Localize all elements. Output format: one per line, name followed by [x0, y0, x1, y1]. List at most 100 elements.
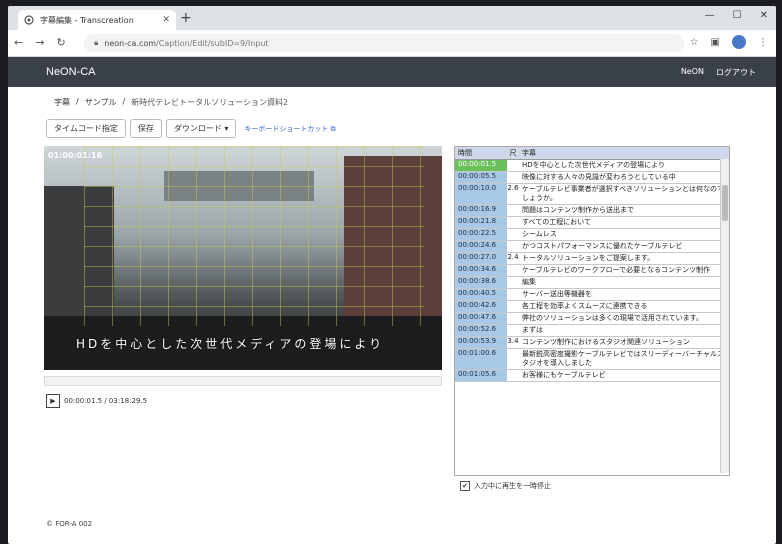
- caption-text[interactable]: 問題はコンテンツ制作から送出まで: [519, 205, 729, 216]
- grid-overlay: [84, 146, 424, 326]
- caption-duration: [507, 277, 519, 288]
- close-tab-icon[interactable]: ✕: [162, 15, 170, 25]
- caption-duration: [507, 349, 519, 369]
- caption-text[interactable]: ケーブルテレビのワークフローで必要となるコンテンツ制作: [519, 265, 729, 276]
- caption-text[interactable]: すべての工程において: [519, 217, 729, 228]
- caption-time: 00:00:34.6: [455, 265, 507, 276]
- forward-icon[interactable]: →: [35, 36, 44, 49]
- timecode-button[interactable]: タイムコード指定: [46, 119, 126, 138]
- caption-row[interactable]: 00:01:05.6 お客様にもケーブルテレビ: [455, 370, 729, 382]
- menu-icon[interactable]: ⋮: [758, 37, 768, 48]
- lock-icon: 🔒︎: [94, 38, 99, 47]
- caption-time: 00:00:38.6: [455, 277, 507, 288]
- caption-duration: [507, 241, 519, 252]
- scrollbar[interactable]: [720, 159, 729, 473]
- caption-time: 00:00:40.5: [455, 289, 507, 300]
- caption-row[interactable]: 00:00:52.6 まずは: [455, 325, 729, 337]
- caption-time: 00:01:00.6: [455, 349, 507, 369]
- pause-checkbox[interactable]: ✔: [460, 481, 470, 491]
- caption-text[interactable]: まずは: [519, 325, 729, 336]
- caption-table: 時間 尺 字幕 00:00:01.5 HDを中心とした次世代メディアの登場により 0…: [454, 146, 730, 476]
- breadcrumb-sample[interactable]: サンプル: [85, 97, 117, 108]
- caption-time: 00:00:27.0: [455, 253, 507, 264]
- external-link-icon: ⧉: [330, 124, 336, 133]
- caption-row[interactable]: 00:00:40.5 サーバー送出等機器を: [455, 289, 729, 301]
- save-button[interactable]: 保存: [129, 119, 162, 138]
- caption-row[interactable]: 00:00:16.9 問題はコンテンツ制作から送出まで: [455, 205, 729, 217]
- caption-time: 00:00:10.0: [455, 184, 507, 204]
- video-player[interactable]: 01:00:01:16 HDを中心とした次世代メディアの登場により: [44, 146, 442, 370]
- time-display: 00:00:01.5 / 03:18:29.5: [64, 397, 148, 405]
- caption-row[interactable]: 00:00:24.6 かつコストパフォーマンスに優れたケーブルテレビ: [455, 241, 729, 253]
- caption-row[interactable]: 00:00:47.6 弊社のソリューションは多くの現場で活用されています。: [455, 313, 729, 325]
- caption-text[interactable]: トータルソリューションをご提案します。: [519, 253, 729, 264]
- caption-text[interactable]: お客様にもケーブルテレビ: [519, 370, 729, 381]
- caption-row[interactable]: 00:00:21.8 すべての工程において: [455, 217, 729, 229]
- pause-label: 入力中に再生を一時停止: [474, 482, 551, 490]
- video-timecode: 01:00:01:16: [48, 151, 103, 160]
- caption-row[interactable]: 00:00:22.5 シームレス: [455, 229, 729, 241]
- caption-text[interactable]: 映像に対する人々の見識が変わろうとしている中: [519, 172, 729, 183]
- breadcrumb-captions[interactable]: 字幕: [54, 97, 70, 108]
- app-header: NeON-CA NeON ログアウト: [8, 57, 776, 87]
- caption-row[interactable]: 00:00:27.0 2.4 トータルソリューションをご提案します。: [455, 253, 729, 265]
- brand-logo[interactable]: NeON-CA: [46, 66, 96, 78]
- caption-duration: 3.4: [507, 337, 519, 345]
- caption-row[interactable]: 00:00:05.5 映像に対する人々の見識が変わろうとしている中: [455, 172, 729, 184]
- pause-on-input-option[interactable]: ✔ 入力中に再生を一時停止: [460, 481, 551, 491]
- star-icon[interactable]: ☆: [690, 37, 699, 48]
- caption-text[interactable]: かつコストパフォーマンスに優れたケーブルテレビ: [519, 241, 729, 252]
- caption-duration: [507, 172, 519, 183]
- playback-controls: ▶ 00:00:01.5 / 03:18:29.5: [46, 394, 147, 408]
- caption-duration: 2.6: [507, 184, 519, 192]
- caption-text[interactable]: 最新鋭高密度撮影ケーブルテレビではスリーディーバーチャルスタジオを導入しました: [519, 349, 729, 369]
- reload-icon[interactable]: ↻: [56, 36, 65, 49]
- nav-neon[interactable]: NeON: [681, 67, 704, 78]
- logout-link[interactable]: ログアウト: [716, 67, 756, 78]
- extension-icon[interactable]: ▣: [711, 37, 720, 48]
- caption-text[interactable]: 編集: [519, 277, 729, 288]
- caption-duration: [507, 205, 519, 216]
- back-icon[interactable]: ←: [14, 36, 23, 49]
- caption-time: 00:00:05.5: [455, 172, 507, 183]
- video-subtitle: HDを中心とした次世代メディアの登場により: [76, 337, 385, 351]
- caption-row[interactable]: 00:00:10.0 2.6 ケーブルテレビ事業者が選択すべきソリューションとは何な…: [455, 184, 729, 205]
- caption-duration: [507, 217, 519, 228]
- caption-duration: [507, 229, 519, 240]
- caption-time: 00:00:52.6: [455, 325, 507, 336]
- caption-text[interactable]: 弊社のソリューションは多くの現場で活用されています。: [519, 313, 729, 324]
- seek-bar[interactable]: [44, 376, 442, 386]
- new-tab-button[interactable]: +: [180, 10, 192, 26]
- header-duration: 尺: [509, 149, 517, 157]
- caption-rows: 00:00:01.5 HDを中心とした次世代メディアの登場により 00:00:05.…: [455, 160, 729, 382]
- caption-row[interactable]: 00:00:34.6 ケーブルテレビのワークフローで必要となるコンテンツ制作: [455, 265, 729, 277]
- url-path: /Caption/Edit/subID=9/Input: [156, 38, 269, 48]
- caption-text[interactable]: シームレス: [519, 229, 729, 240]
- breadcrumb-sep: /: [76, 97, 79, 106]
- header-caption: 字幕: [522, 149, 536, 157]
- minimize-icon[interactable]: —: [705, 10, 715, 21]
- caption-time: 00:00:42.6: [455, 301, 507, 312]
- play-icon: ▶: [50, 397, 56, 405]
- caption-text[interactable]: コンテンツ制作におけるスタジオ関連ソリューション: [519, 337, 729, 348]
- caption-text[interactable]: HDを中心とした次世代メディアの登場により: [519, 160, 729, 171]
- maximize-icon[interactable]: ☐: [733, 10, 742, 21]
- caption-row[interactable]: 00:00:01.5 HDを中心とした次世代メディアの登場により: [455, 160, 729, 172]
- download-button[interactable]: ダウンロード ▾: [165, 119, 237, 138]
- caption-row[interactable]: 00:00:53.9 3.4 コンテンツ制作におけるスタジオ関連ソリューション: [455, 337, 729, 349]
- caption-time: 00:00:22.5: [455, 229, 507, 240]
- browser-tab[interactable]: 字幕編集 - Transcreation ✕: [18, 10, 176, 30]
- caption-row[interactable]: 00:00:42.6 各工程を効率よくスムーズに連携できる: [455, 301, 729, 313]
- close-window-icon[interactable]: ✕: [760, 10, 768, 21]
- caption-text[interactable]: 各工程を効率よくスムーズに連携できる: [519, 301, 729, 312]
- profile-avatar[interactable]: [732, 35, 746, 49]
- caption-text[interactable]: ケーブルテレビ事業者が選択すべきソリューションとは何なのでしょうか。: [519, 184, 729, 204]
- url-field[interactable]: 🔒︎ neon-ca.com /Caption/Edit/subID=9/Inp…: [84, 34, 684, 52]
- play-button[interactable]: ▶: [46, 394, 60, 408]
- scrollbar-thumb[interactable]: [722, 185, 728, 221]
- caption-row[interactable]: 00:00:38.6 編集: [455, 277, 729, 289]
- caption-text[interactable]: サーバー送出等機器を: [519, 289, 729, 300]
- shortcut-link[interactable]: キーボードショートカット ⧉: [244, 124, 335, 134]
- caption-row[interactable]: 00:01:00.6 最新鋭高密度撮影ケーブルテレビではスリーディーバーチャルスタ…: [455, 349, 729, 370]
- url-host: neon-ca.com: [104, 38, 157, 48]
